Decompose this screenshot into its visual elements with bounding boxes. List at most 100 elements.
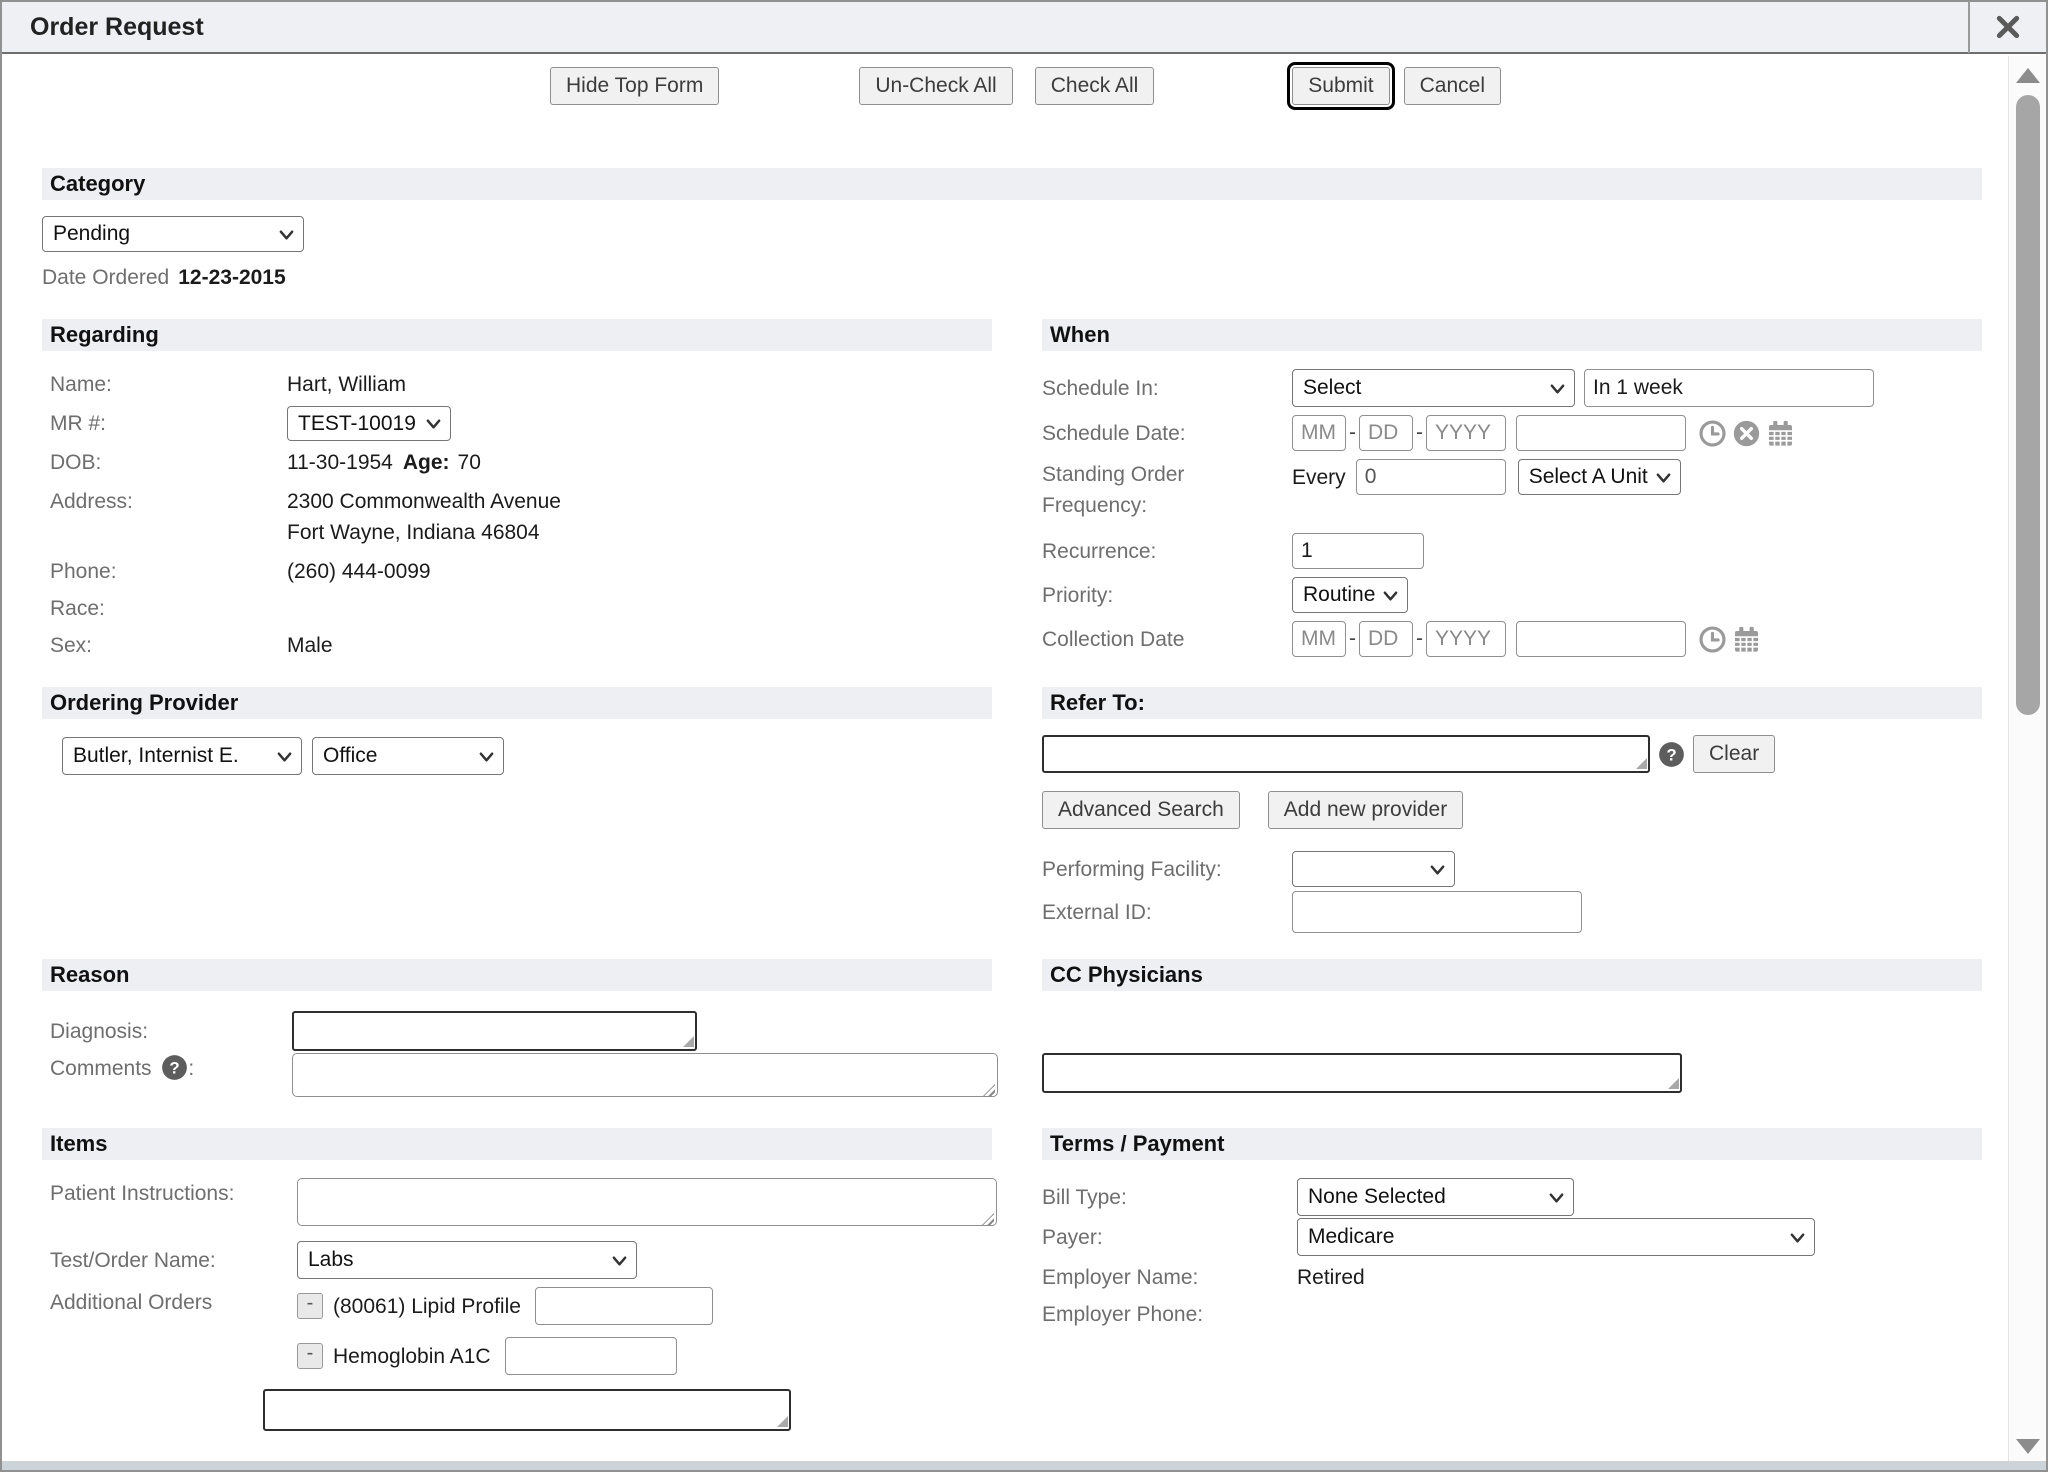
schedule-date-yyyy[interactable] bbox=[1426, 415, 1506, 451]
help-icon[interactable] bbox=[1658, 741, 1685, 768]
collection-date-mm[interactable] bbox=[1292, 621, 1346, 657]
new-order-search-input[interactable] bbox=[263, 1389, 791, 1431]
test-order-name-label: Test/Order Name: bbox=[42, 1245, 297, 1276]
phone-label: Phone: bbox=[42, 556, 287, 587]
clock-icon[interactable] bbox=[1698, 625, 1727, 654]
name-label: Name: bbox=[42, 369, 287, 400]
diagnosis-input[interactable] bbox=[292, 1011, 697, 1051]
regarding-section-header: Regarding bbox=[42, 319, 992, 351]
age-value: 70 bbox=[458, 447, 481, 478]
order-detail-input[interactable] bbox=[535, 1287, 713, 1325]
vertical-scrollbar[interactable] bbox=[2008, 56, 2046, 1470]
ordering-provider-section-header: Ordering Provider bbox=[42, 687, 992, 719]
chevron-down-icon bbox=[611, 1252, 628, 1269]
age-label: Age: bbox=[403, 447, 450, 478]
date-ordered-label: Date Ordered bbox=[42, 262, 169, 293]
chevron-down-icon bbox=[1655, 469, 1672, 486]
chevron-down-icon bbox=[278, 226, 295, 243]
mr-label: MR #: bbox=[42, 408, 287, 439]
collection-date-time[interactable] bbox=[1516, 621, 1686, 657]
collection-date-dd[interactable] bbox=[1359, 621, 1413, 657]
unit-select[interactable]: Select A Unit bbox=[1518, 459, 1681, 495]
additional-orders-list: - (80061) Lipid Profile - Hemoglobin A1C bbox=[297, 1287, 791, 1431]
dob-value: 11-30-1954 bbox=[287, 447, 393, 478]
cancel-button[interactable]: Cancel bbox=[1404, 67, 1501, 105]
remove-order-button[interactable]: - bbox=[297, 1293, 323, 1319]
add-new-provider-button[interactable]: Add new provider bbox=[1268, 791, 1463, 829]
calendar-icon[interactable] bbox=[1766, 419, 1795, 448]
chevron-down-icon bbox=[276, 748, 293, 765]
items-section-header: Items bbox=[42, 1128, 992, 1160]
advanced-search-button[interactable]: Advanced Search bbox=[1042, 791, 1240, 829]
chevron-down-icon bbox=[425, 415, 442, 432]
mr-number-select[interactable]: TEST-10019 bbox=[287, 406, 451, 441]
scrollbar-thumb[interactable] bbox=[2016, 95, 2040, 715]
patient-instructions-label: Patient Instructions: bbox=[42, 1178, 297, 1209]
dob-label: DOB: bbox=[42, 447, 287, 478]
hide-top-form-button[interactable]: Hide Top Form bbox=[550, 67, 719, 105]
race-label: Race: bbox=[42, 593, 287, 624]
schedule-date-dd[interactable] bbox=[1359, 415, 1413, 451]
sex-label: Sex: bbox=[42, 630, 287, 661]
comments-textarea[interactable] bbox=[292, 1053, 998, 1097]
external-id-input[interactable] bbox=[1292, 891, 1582, 933]
recurrence-input[interactable] bbox=[1292, 533, 1424, 569]
diagnosis-label: Diagnosis: bbox=[42, 1016, 292, 1047]
horizontal-scrollbar[interactable] bbox=[2, 1461, 2046, 1470]
phone-value: (260) 444-0099 bbox=[287, 556, 431, 587]
when-section: When Schedule In: Select Schedule Date: … bbox=[1042, 319, 1982, 661]
schedule-date-time[interactable] bbox=[1516, 415, 1686, 451]
category-select[interactable]: Pending bbox=[42, 216, 304, 252]
ordering-provider-section: Ordering Provider Butler, Internist E. O… bbox=[42, 687, 992, 933]
cc-physicians-input[interactable] bbox=[1042, 1053, 1682, 1093]
schedule-in-label: Schedule In: bbox=[1042, 373, 1292, 404]
recurrence-label: Recurrence: bbox=[1042, 536, 1292, 567]
address-label: Address: bbox=[42, 486, 287, 517]
close-button[interactable] bbox=[1968, 1, 2046, 53]
clear-date-icon[interactable] bbox=[1732, 419, 1761, 448]
remove-order-button[interactable]: - bbox=[297, 1343, 323, 1369]
schedule-in-select[interactable]: Select bbox=[1292, 369, 1575, 407]
chevron-down-icon bbox=[1789, 1229, 1806, 1246]
clock-icon[interactable] bbox=[1698, 419, 1727, 448]
cc-physicians-section-header: CC Physicians bbox=[1042, 959, 1982, 991]
employer-phone-label: Employer Phone: bbox=[1042, 1299, 1297, 1330]
dialog-content: Hide Top Form Un-Check All Check All Sub… bbox=[2, 54, 2002, 1454]
dialog-title: Order Request bbox=[2, 13, 1968, 42]
order-detail-input[interactable] bbox=[505, 1337, 677, 1375]
order-name: Hemoglobin A1C bbox=[333, 1341, 491, 1372]
provider-location-select[interactable]: Office bbox=[312, 737, 504, 775]
clear-button[interactable]: Clear bbox=[1693, 735, 1775, 773]
close-icon bbox=[1995, 14, 2021, 40]
collection-date-yyyy[interactable] bbox=[1426, 621, 1506, 657]
payer-select[interactable]: Medicare bbox=[1297, 1218, 1815, 1256]
scroll-down-icon[interactable] bbox=[2016, 1439, 2040, 1454]
chevron-down-icon bbox=[1549, 380, 1566, 397]
calendar-icon[interactable] bbox=[1732, 625, 1761, 654]
employer-name-label: Employer Name: bbox=[1042, 1262, 1297, 1293]
scroll-up-icon[interactable] bbox=[2016, 68, 2040, 83]
top-toolbar: Hide Top Form Un-Check All Check All Sub… bbox=[2, 54, 2002, 118]
refer-to-search-input[interactable] bbox=[1042, 735, 1650, 773]
every-input[interactable] bbox=[1356, 459, 1506, 495]
submit-button[interactable]: Submit bbox=[1292, 67, 1389, 105]
bill-type-select[interactable]: None Selected bbox=[1297, 1178, 1574, 1216]
items-section: Items Patient Instructions: Test/Order N… bbox=[42, 1128, 992, 1431]
priority-select[interactable]: Routine bbox=[1292, 577, 1408, 613]
help-icon[interactable] bbox=[161, 1054, 188, 1081]
ordering-provider-select[interactable]: Butler, Internist E. bbox=[62, 737, 302, 775]
employer-name-value: Retired bbox=[1297, 1262, 1365, 1293]
test-order-name-select[interactable]: Labs bbox=[297, 1241, 637, 1279]
schedule-date-mm[interactable] bbox=[1292, 415, 1346, 451]
check-all-button[interactable]: Check All bbox=[1035, 67, 1155, 105]
schedule-date-label: Schedule Date: bbox=[1042, 418, 1292, 449]
performing-facility-select[interactable] bbox=[1292, 851, 1455, 887]
external-id-label: External ID: bbox=[1042, 897, 1292, 928]
uncheck-all-button[interactable]: Un-Check All bbox=[859, 67, 1012, 105]
standing-order-frequency-label: Standing Order Frequency: bbox=[1042, 459, 1292, 521]
priority-label: Priority: bbox=[1042, 580, 1292, 611]
schedule-in-input[interactable] bbox=[1584, 369, 1874, 407]
patient-instructions-textarea[interactable] bbox=[297, 1178, 997, 1226]
bill-type-label: Bill Type: bbox=[1042, 1182, 1297, 1213]
address-value: 2300 Commonwealth Avenue Fort Wayne, Ind… bbox=[287, 486, 561, 548]
